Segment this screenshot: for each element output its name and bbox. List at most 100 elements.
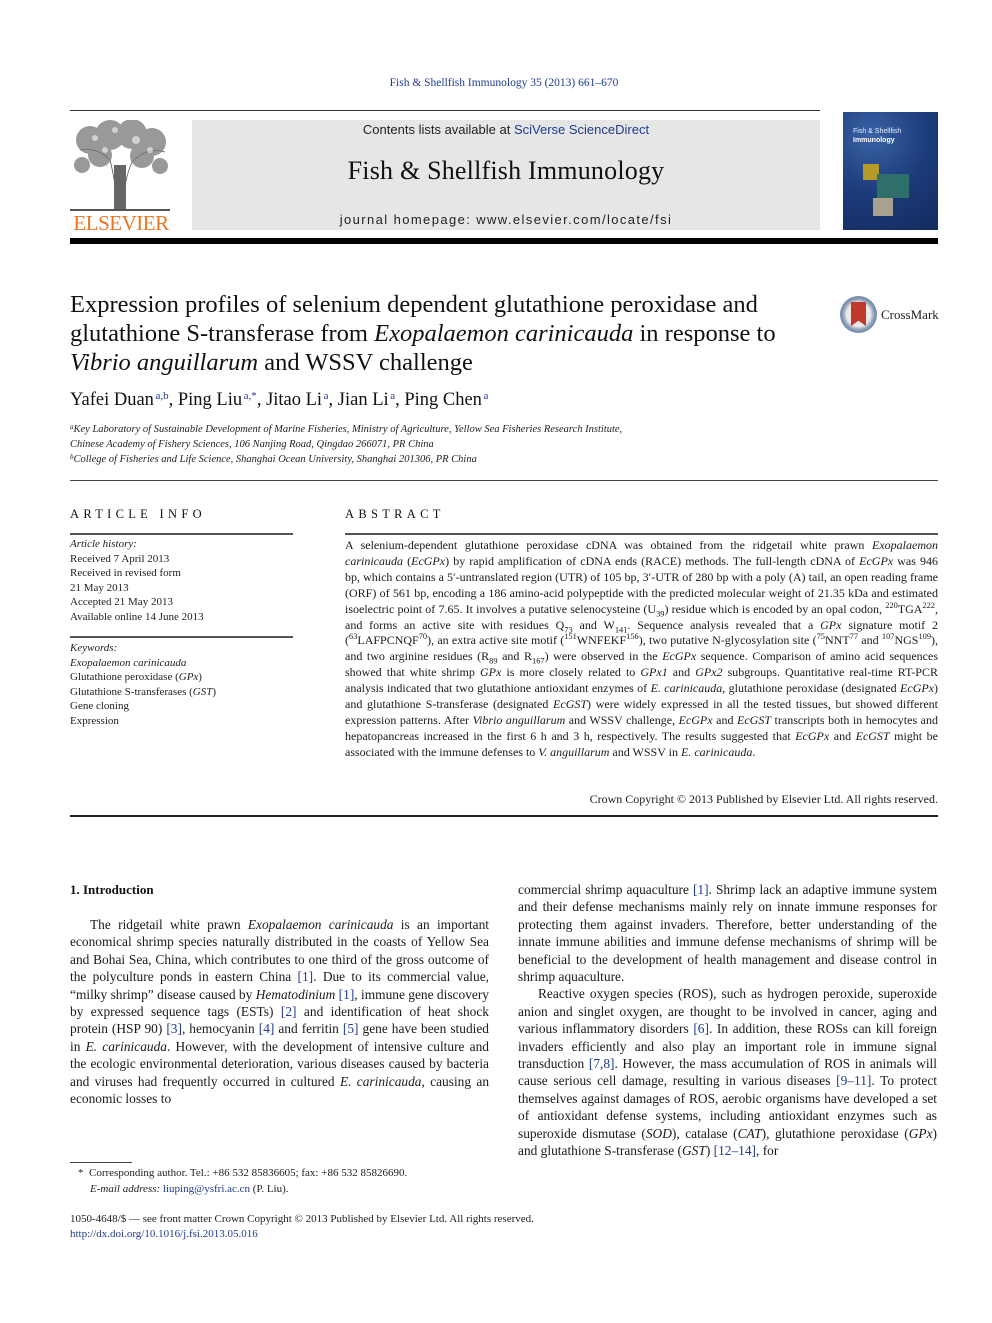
history-item: Available online 14 June 2013 <box>70 610 204 623</box>
author-affiliation-mark[interactable]: a,b <box>155 390 168 402</box>
history-item: Received 7 April 2013 <box>70 552 170 565</box>
elsevier-logo[interactable]: ELSEVIER <box>70 120 172 235</box>
cover-title-line1: Fish & Shellfish <box>853 128 902 135</box>
title-species-1: Exopalaemon carinicauda <box>374 320 634 347</box>
citation-link[interactable]: [1] <box>339 987 355 1002</box>
sciencedirect-link[interactable]: SciVerse ScienceDirect <box>514 122 649 137</box>
keyword-item: Exopalaemon carinicauda <box>70 656 187 669</box>
keywords: Keywords: Exopalaemon carinicauda Glutat… <box>70 641 216 728</box>
keyword-text: Glutathione peroxidase ( <box>70 671 179 683</box>
email-suffix: (P. Liu). <box>250 1182 289 1195</box>
cover-title-line2: Immunology <box>853 137 895 144</box>
keyword-item: Glutathione S-transferases (GST) <box>70 685 216 700</box>
author-name[interactable]: Yafei Duan <box>70 390 154 410</box>
keyword-item: Glutathione peroxidase (GPx) <box>70 670 216 685</box>
abstract-text: A selenium-dependent glutathione peroxid… <box>345 538 939 759</box>
crossmark-button[interactable]: CrossMark <box>840 296 940 336</box>
title-part-2: in response to <box>633 320 776 347</box>
keyword-abbr: GST <box>192 685 213 698</box>
journal-homepage[interactable]: journal homepage: www.elsevier.com/locat… <box>192 212 820 227</box>
history-label: Article history: <box>70 538 137 550</box>
author-name[interactable]: Jitao Li <box>266 390 322 410</box>
affiliation-divider <box>70 480 938 481</box>
journal-title: Fish & Shellfish Immunology <box>347 156 665 185</box>
article-history: Article history: Received 7 April 2013 R… <box>70 537 204 624</box>
keywords-divider <box>70 636 293 638</box>
affiliation-text: College of Fisheries and Life Science, S… <box>73 454 477 465</box>
citation-link[interactable]: [1] <box>693 882 709 897</box>
author-name[interactable]: Ping Liu <box>178 390 242 410</box>
section-heading-introduction: 1. Introduction <box>70 882 154 897</box>
affiliation-text: Key Laboratory of Sustainable Developmen… <box>73 424 623 435</box>
keyword-close: ) <box>212 685 217 698</box>
citation-link[interactable]: [12–14] <box>714 1143 756 1158</box>
abstract-copyright: Crown Copyright © 2013 Published by Else… <box>589 792 938 806</box>
masthead-divider <box>70 238 938 244</box>
keyword-text: Glutathione S-transferases ( <box>70 685 193 698</box>
affiliation-a: aKey Laboratory of Sustainable Developme… <box>70 422 622 437</box>
corresponding-author-note: * Corresponding author. Tel.: +86 532 85… <box>78 1166 407 1182</box>
footnotes: * Corresponding author. Tel.: +86 532 85… <box>78 1166 407 1197</box>
affiliations: aKey Laboratory of Sustainable Developme… <box>70 422 622 467</box>
history-item: 21 May 2013 <box>70 581 129 594</box>
article-info-heading: ARTICLE INFO <box>70 507 206 521</box>
keyword-abbr: GPx <box>178 671 199 683</box>
citation-link[interactable]: [6] <box>693 1021 709 1036</box>
doi-link[interactable]: http://dx.doi.org/10.1016/j.fsi.2013.05.… <box>70 1228 258 1240</box>
abstract-divider <box>345 533 938 535</box>
journal-cover-image[interactable]: Fish & Shellfish Immunology <box>843 112 938 230</box>
author-name[interactable]: Ping Chen <box>404 390 482 410</box>
body-column-left: The ridgetail white prawn Exopalaemon ca… <box>70 916 489 1107</box>
citation-link[interactable]: [9–11] <box>836 1073 871 1088</box>
keyword-item: Expression <box>70 714 119 727</box>
article-info-divider <box>70 533 293 535</box>
citation-link[interactable]: [1] <box>298 969 314 984</box>
paragraph: Reactive oxygen species (ROS), such as h… <box>518 986 937 1159</box>
citation-link[interactable]: [5] <box>343 1021 359 1036</box>
elsevier-tree-icon <box>70 120 170 212</box>
contents-line: Contents lists available at SciVerse Sci… <box>192 122 820 137</box>
issn-line: 1050-4648/$ — see front matter Crown Cop… <box>70 1213 534 1225</box>
citation-link[interactable]: [3] <box>166 1021 182 1036</box>
keyword-item: Gene cloning <box>70 700 129 712</box>
elsevier-wordmark: ELSEVIER <box>73 211 169 235</box>
email-label: E-mail address: <box>90 1182 161 1195</box>
corresponding-author-text: Corresponding author. Tel.: +86 532 8583… <box>89 1167 408 1179</box>
email-note: E-mail address: liuping@ysfri.ac.cn (P. … <box>78 1182 407 1198</box>
footnote-divider <box>70 1162 132 1163</box>
crossmark-label: CrossMark <box>881 307 939 322</box>
author-list: Yafei Duan a,b, Ping Liu a,*, Jitao Li a… <box>70 390 489 410</box>
keyword-close: ) <box>198 671 202 683</box>
citation-link[interactable]: [2] <box>281 1004 297 1019</box>
running-head[interactable]: Fish & Shellfish Immunology 35 (2013) 66… <box>0 77 992 89</box>
journal-masthead: Contents lists available at SciVerse Sci… <box>192 120 820 230</box>
cover-micrograph-teal <box>877 174 909 198</box>
affiliation-a-line2: Chinese Academy of Fishery Sciences, 106… <box>70 439 434 450</box>
author-affiliation-mark[interactable]: a <box>390 390 395 402</box>
author-affiliation-mark[interactable]: a,* <box>244 390 257 402</box>
paragraph: The ridgetail white prawn Exopalaemon ca… <box>70 917 490 1107</box>
footnote-star: * <box>78 1167 84 1179</box>
header-divider <box>70 110 820 111</box>
history-item: Received in revised form <box>70 567 181 579</box>
history-item: Accepted 21 May 2013 <box>70 596 173 608</box>
article-title: Expression profiles of selenium dependen… <box>70 290 830 377</box>
email-link[interactable]: liuping@ysfri.ac.cn <box>163 1183 250 1195</box>
author-affiliation-mark[interactable]: a <box>324 390 329 402</box>
body-column-right: commercial shrimp aquaculture [1]. Shrim… <box>518 881 937 1160</box>
paragraph: commercial shrimp aquaculture [1]. Shrim… <box>518 882 937 985</box>
citation-link[interactable]: [4] <box>259 1021 275 1036</box>
title-part-3: and WSSV challenge <box>258 349 473 376</box>
author-affiliation-mark[interactable]: a <box>483 390 488 402</box>
abstract-bottom-divider <box>70 815 938 817</box>
title-species-2: Vibrio anguillarum <box>70 349 259 376</box>
contents-prefix: Contents lists available at <box>362 122 514 137</box>
abstract-heading: ABSTRACT <box>345 507 445 521</box>
author-name[interactable]: Jian Li <box>338 390 389 410</box>
keywords-label: Keywords: <box>70 642 118 654</box>
citation-link[interactable]: [7,8] <box>589 1056 615 1071</box>
cover-micrograph-grey <box>873 198 893 216</box>
front-matter: 1050-4648/$ — see front matter Crown Cop… <box>70 1212 534 1242</box>
cover-micrograph-dots <box>907 184 931 208</box>
affiliation-b: bCollege of Fisheries and Life Science, … <box>70 452 622 467</box>
